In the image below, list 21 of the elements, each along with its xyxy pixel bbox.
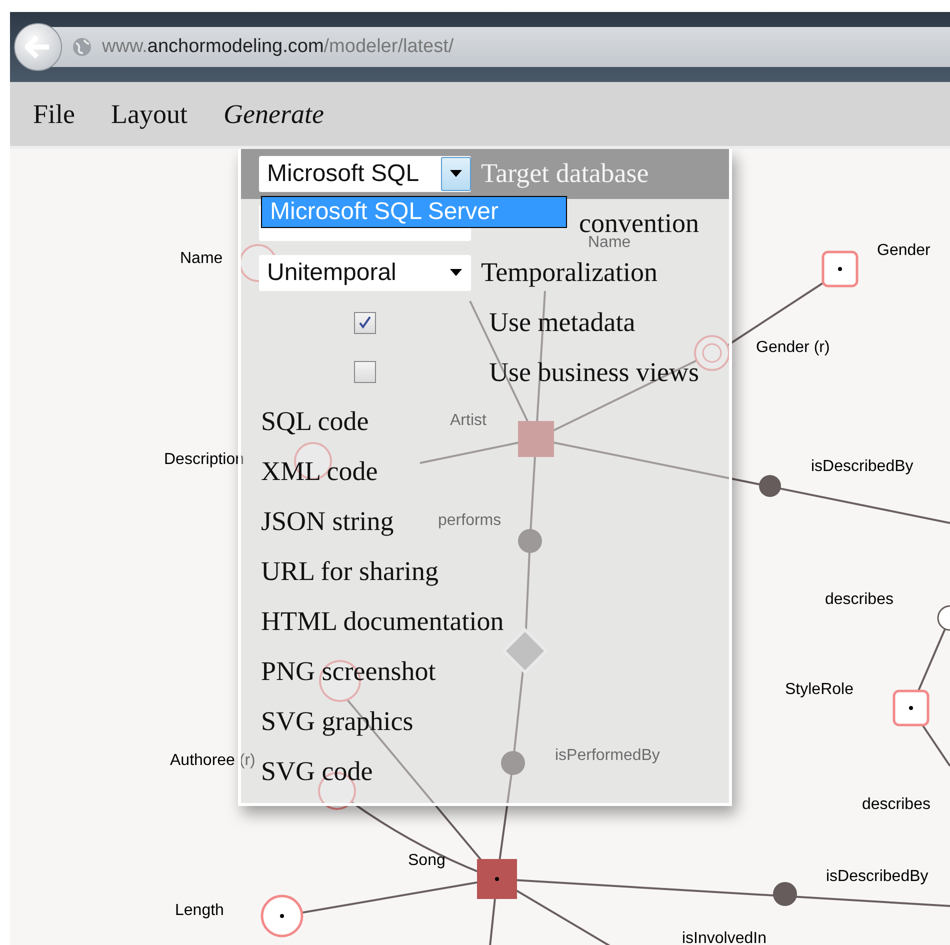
node-label: Name — [588, 234, 631, 251]
node-label: Song — [408, 852, 446, 869]
setting-label: Target database — [481, 158, 649, 190]
node-label: Gender — [877, 242, 930, 259]
node-label: isDescribedBy — [826, 868, 928, 885]
setting-label: Temporalization — [481, 257, 658, 288]
node-label: Name — [180, 250, 223, 267]
node-label: isDescribedBy — [811, 458, 914, 475]
node-label: Description — [164, 451, 244, 468]
node-label: isPerformedBy — [555, 747, 660, 764]
node-label: describes — [862, 796, 930, 813]
checkbox-label: Use metadata — [489, 307, 636, 338]
node-label: Length — [175, 902, 224, 919]
node-label: Gender (r) — [756, 339, 830, 356]
checkbox-label: Use business views — [489, 356, 699, 388]
node-label: describes — [825, 591, 894, 608]
node-label: Artist — [450, 412, 486, 429]
node-label: isInvolvedIn — [682, 930, 766, 945]
node-label: StyleRole — [785, 681, 854, 698]
node-label: performs — [438, 512, 502, 529]
node-label: Authoree (r) — [170, 752, 256, 769]
